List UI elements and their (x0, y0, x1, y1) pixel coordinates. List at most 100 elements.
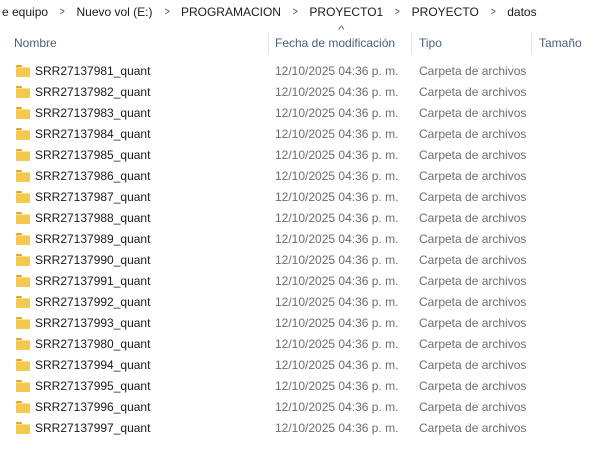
file-type: Carpeta de archivos (419, 358, 527, 372)
file-date: 12/10/2025 04:36 p. m. (275, 169, 399, 183)
file-type: Carpeta de archivos (419, 421, 527, 435)
column-header-bar: Nombre ^ Fecha de modificación Tipo Tama… (0, 25, 592, 58)
column-header-date[interactable]: Fecha de modificación (275, 28, 395, 58)
list-item[interactable]: SRR27137990_quant 12/10/2025 04:36 p. m.… (0, 250, 592, 271)
folder-icon (16, 380, 30, 392)
folder-icon (16, 317, 30, 329)
file-date: 12/10/2025 04:36 p. m. (275, 148, 399, 162)
chevron-right-icon[interactable]: > (483, 6, 503, 18)
column-header-name[interactable]: Nombre (14, 28, 57, 58)
file-type: Carpeta de archivos (419, 148, 527, 162)
list-item[interactable]: SRR27137988_quant 12/10/2025 04:36 p. m.… (0, 208, 592, 229)
list-item[interactable]: SRR27137993_quant 12/10/2025 04:36 p. m.… (0, 313, 592, 334)
file-name: SRR27137991_quant (35, 274, 151, 288)
list-item[interactable]: SRR27137986_quant 12/10/2025 04:36 p. m.… (0, 166, 592, 187)
list-item[interactable]: SRR27137994_quant 12/10/2025 04:36 p. m.… (0, 355, 592, 376)
file-date: 12/10/2025 04:36 p. m. (275, 232, 399, 246)
file-date: 12/10/2025 04:36 p. m. (275, 106, 399, 120)
list-item[interactable]: SRR27137995_quant 12/10/2025 04:36 p. m.… (0, 376, 592, 397)
file-name: SRR27137990_quant (35, 253, 151, 267)
breadcrumb-item-programacion[interactable]: PROGRAMACION (179, 5, 283, 19)
breadcrumb-item-proyecto[interactable]: PROYECTO (410, 5, 481, 19)
column-divider[interactable] (411, 32, 412, 54)
list-item[interactable]: SRR27137984_quant 12/10/2025 04:36 p. m.… (0, 124, 592, 145)
list-item[interactable]: SRR27137992_quant 12/10/2025 04:36 p. m.… (0, 292, 592, 313)
file-name: SRR27137985_quant (35, 148, 151, 162)
file-date: 12/10/2025 04:36 p. m. (275, 253, 399, 267)
file-name: SRR27137992_quant (35, 295, 151, 309)
file-type: Carpeta de archivos (419, 274, 527, 288)
file-explorer-window: e equipo > Nuevo vol (E:) > PROGRAMACION… (0, 0, 592, 452)
file-name: SRR27137983_quant (35, 106, 151, 120)
file-type: Carpeta de archivos (419, 211, 527, 225)
file-type: Carpeta de archivos (419, 127, 527, 141)
chevron-right-icon[interactable]: > (52, 6, 72, 18)
folder-icon (16, 128, 30, 140)
chevron-right-icon[interactable]: > (388, 6, 408, 18)
list-item[interactable]: SRR27137989_quant 12/10/2025 04:36 p. m.… (0, 229, 592, 250)
file-type: Carpeta de archivos (419, 64, 527, 78)
list-item[interactable]: SRR27137981_quant 12/10/2025 04:36 p. m.… (0, 61, 592, 82)
file-name: SRR27137993_quant (35, 316, 151, 330)
folder-icon (16, 86, 30, 98)
folder-icon (16, 212, 30, 224)
folder-icon (16, 191, 30, 203)
file-type: Carpeta de archivos (419, 106, 527, 120)
chevron-right-icon[interactable]: > (285, 6, 305, 18)
list-item[interactable]: SRR27137997_quant 12/10/2025 04:36 p. m.… (0, 418, 592, 439)
list-item[interactable]: SRR27137983_quant 12/10/2025 04:36 p. m.… (0, 103, 592, 124)
breadcrumb-item-equipo[interactable]: e equipo (0, 5, 50, 19)
folder-icon (16, 149, 30, 161)
file-type: Carpeta de archivos (419, 253, 527, 267)
folder-icon (16, 65, 30, 77)
folder-icon (16, 170, 30, 182)
file-type: Carpeta de archivos (419, 169, 527, 183)
list-item[interactable]: SRR27137991_quant 12/10/2025 04:36 p. m.… (0, 271, 592, 292)
file-name: SRR27137981_quant (35, 64, 151, 78)
folder-icon (16, 254, 30, 266)
list-item[interactable]: SRR27137982_quant 12/10/2025 04:36 p. m.… (0, 82, 592, 103)
file-name: SRR27137994_quant (35, 358, 151, 372)
file-type: Carpeta de archivos (419, 190, 527, 204)
breadcrumb-item-datos[interactable]: datos (505, 5, 538, 19)
file-type: Carpeta de archivos (419, 337, 527, 351)
list-item[interactable]: SRR27137980_quant 12/10/2025 04:36 p. m.… (0, 334, 592, 355)
file-date: 12/10/2025 04:36 p. m. (275, 337, 399, 351)
chevron-right-icon[interactable]: > (157, 6, 177, 18)
file-type: Carpeta de archivos (419, 316, 527, 330)
column-divider[interactable] (531, 32, 532, 54)
folder-icon (16, 422, 30, 434)
list-item[interactable]: SRR27137996_quant 12/10/2025 04:36 p. m.… (0, 397, 592, 418)
file-type: Carpeta de archivos (419, 379, 527, 393)
breadcrumb-item-nuevo-vol[interactable]: Nuevo vol (E:) (74, 5, 154, 19)
file-date: 12/10/2025 04:36 p. m. (275, 64, 399, 78)
file-name: SRR27137982_quant (35, 85, 151, 99)
file-name: SRR27137984_quant (35, 127, 151, 141)
folder-icon (16, 296, 30, 308)
file-date: 12/10/2025 04:36 p. m. (275, 379, 399, 393)
file-name: SRR27137987_quant (35, 190, 151, 204)
folder-icon (16, 233, 30, 245)
file-date: 12/10/2025 04:36 p. m. (275, 316, 399, 330)
file-date: 12/10/2025 04:36 p. m. (275, 421, 399, 435)
column-divider[interactable] (268, 32, 269, 54)
column-header-type[interactable]: Tipo (419, 28, 442, 58)
file-list: SRR27137981_quant 12/10/2025 04:36 p. m.… (0, 61, 592, 439)
file-name: SRR27137988_quant (35, 211, 151, 225)
file-name: SRR27137986_quant (35, 169, 151, 183)
folder-icon (16, 401, 30, 413)
list-item[interactable]: SRR27137985_quant 12/10/2025 04:36 p. m.… (0, 145, 592, 166)
file-name: SRR27137997_quant (35, 421, 151, 435)
file-type: Carpeta de archivos (419, 400, 527, 414)
file-name: SRR27137995_quant (35, 379, 151, 393)
file-date: 12/10/2025 04:36 p. m. (275, 274, 399, 288)
file-type: Carpeta de archivos (419, 232, 527, 246)
column-header-size[interactable]: Tamaño (539, 28, 582, 58)
breadcrumb: e equipo > Nuevo vol (E:) > PROGRAMACION… (0, 0, 592, 24)
breadcrumb-item-proyecto1[interactable]: PROYECTO1 (307, 5, 385, 19)
folder-icon (16, 107, 30, 119)
list-item[interactable]: SRR27137987_quant 12/10/2025 04:36 p. m.… (0, 187, 592, 208)
folder-icon (16, 359, 30, 371)
file-date: 12/10/2025 04:36 p. m. (275, 400, 399, 414)
file-name: SRR27137980_quant (35, 337, 151, 351)
